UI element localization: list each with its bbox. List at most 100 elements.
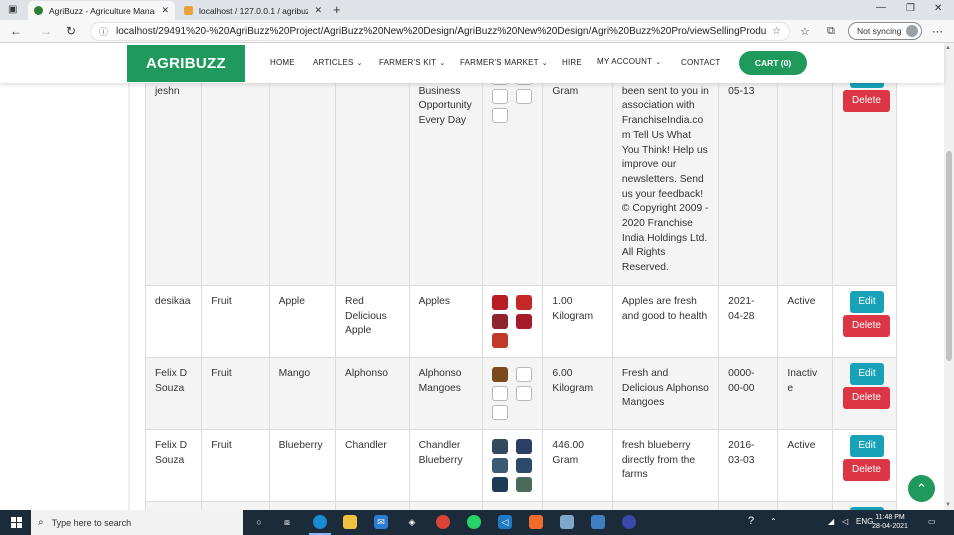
product-cell: Banana [268,83,337,286]
site-info-icon[interactable]: ⓘ [99,25,108,38]
dropbox-icon[interactable]: ◈ [405,515,419,529]
network-icon[interactable]: ◢ [828,517,834,526]
photos-icon[interactable] [591,515,605,529]
nav-label: MY ACCOUNT [597,57,653,66]
back-to-top-button[interactable]: ⌃ [908,475,935,502]
address-bar[interactable]: ⓘ localhost/29491%20-%20AgriBuzz%20Proje… [90,22,790,41]
scroll-down-icon[interactable]: ▼ [945,502,951,508]
actions-cell: EditDelete [831,428,898,502]
nav-home[interactable]: HOME [270,58,295,67]
more-menu-icon[interactable]: ⋯ [932,25,943,38]
broken-image-icon [516,385,533,401]
close-window-icon[interactable]: ✕ [934,3,942,14]
vscode-icon[interactable]: ◁ [498,515,512,529]
actions-cell: EditDelete [831,356,898,430]
table-row: desikaa Fruit Apple Red Delicious Apple Appl… [144,284,898,358]
minimize-window-icon[interactable]: — [876,2,886,13]
browser-tab-agribuzz[interactable]: AgriBuzz - Agriculture Managem ✕ [28,1,175,20]
new-tab-icon[interactable]: + [333,2,341,17]
reload-icon[interactable]: ↻ [66,24,76,38]
back-arrow-icon[interactable]: ← [10,24,22,38]
language-indicator[interactable]: ENG [856,517,873,526]
nav-label: HIRE [562,58,582,67]
forward-arrow-icon[interactable]: → [40,24,52,38]
broken-image-icon [492,404,509,420]
taskbar-clock[interactable]: 11:48 PM 28-04-2021 [872,513,908,531]
xampp-icon[interactable] [529,515,543,529]
mail-icon[interactable]: ✉ [374,515,388,529]
close-tab-icon[interactable]: ✕ [314,5,322,16]
close-tab-icon[interactable]: ✕ [161,5,169,16]
delete-button[interactable]: Delete [843,90,890,112]
brand-logo[interactable]: AGRIBUZZ [127,45,245,82]
notifications-icon[interactable]: ▭ [928,517,936,526]
chevron-down-icon: ⌄ [439,60,446,67]
actions-cell: EditDelete [831,500,898,510]
profile-avatar [906,25,918,37]
tab-title: AgriBuzz - Agriculture Managem [49,5,155,16]
delete-button[interactable]: Delete [843,386,890,409]
edge-browser-icon[interactable] [309,515,331,535]
variety-cell: Chandler [335,428,410,502]
tab-actions-icon[interactable]: ▣ [8,4,17,15]
variety-cell: Alphonso [335,356,410,430]
edit-button[interactable]: Edit [850,290,884,313]
edit-button[interactable]: Edit [850,83,884,88]
variety-cell: Karpuravalli [335,83,410,286]
delete-button[interactable]: Delete [843,458,890,481]
nav-my-account[interactable]: MY ACCOUNT ⌄ [597,57,661,66]
delete-button[interactable]: Delete [843,314,890,337]
page-scrollbar[interactable]: ▲ ▼ [944,43,954,510]
volume-icon[interactable]: ◁ [842,517,848,526]
title-cell: A New Business Opportunity Every Day [408,83,484,286]
product-image-grid [492,366,533,420]
nav-articles[interactable]: ARTICLES ⌄ [313,58,363,67]
help-icon[interactable]: ? [748,515,754,527]
images-cell [482,356,544,430]
scrollbar-thumb[interactable] [946,151,952,361]
category-cell: Fruit [201,356,270,430]
profile-sync-button[interactable]: Not syncing [848,22,922,40]
windows-start-icon[interactable] [11,517,22,528]
product-cell: Mango [268,356,337,430]
edit-button[interactable]: Edit [850,434,884,457]
variety-cell: Red Delicious Apple [335,284,410,358]
restore-window-icon[interactable]: ❐ [906,3,915,14]
cart-button[interactable]: CART (0) [739,51,807,75]
scroll-up-icon[interactable]: ▲ [945,45,951,51]
quantity-cell: 0.00 Gram [542,500,613,510]
chrome-icon[interactable] [436,515,450,529]
title-cell: Apples [408,284,484,358]
nav-hire[interactable]: HIRE [562,58,582,67]
nav-farmers-kit[interactable]: FARMER'S KIT ⌄ [379,58,445,67]
notepad-icon[interactable] [560,515,574,529]
product-cell: Apple [268,284,337,358]
nav-farmers-market[interactable]: FARMER'S MARKET ⌄ [460,58,548,67]
nav-label: ARTICLES [313,58,354,67]
product-thumbnail [516,313,533,329]
favorites-icon[interactable]: ☆ [800,25,810,38]
images-cell [482,500,544,510]
nav-contact[interactable]: CONTACT [681,58,720,67]
clock-time: 11:48 PM [875,514,905,521]
vpn-icon[interactable] [622,515,636,529]
quantity-cell: 2500.00 Gram [542,83,613,286]
seller-cell: Ankith jeshn [144,83,203,286]
edit-button[interactable]: Edit [850,362,884,385]
taskbar-search[interactable]: ⌕ Type here to search [31,510,243,535]
task-view-icon[interactable]: ⧈ [280,515,294,529]
browser-tab-phpmyadmin[interactable]: localhost / 127.0.0.1 / agribuzz / ✕ [178,1,328,20]
nav-label: CONTACT [681,58,721,67]
description-cell: Apples are fresh and good to health [611,284,720,358]
file-explorer-icon[interactable] [343,515,357,529]
cortana-icon[interactable]: ○ [252,515,266,529]
product-image-grid [492,83,533,123]
add-favorite-icon[interactable]: ☆ [772,26,781,37]
whatsapp-icon[interactable] [467,515,481,529]
show-hidden-icons-icon[interactable]: ⌃ [770,517,777,526]
collections-icon[interactable]: ⧉ [827,25,835,38]
product-thumbnail [492,457,509,473]
chevron-down-icon: ⌄ [541,60,548,67]
images-cell [482,284,544,358]
chevron-down-icon: ⌄ [356,60,363,67]
